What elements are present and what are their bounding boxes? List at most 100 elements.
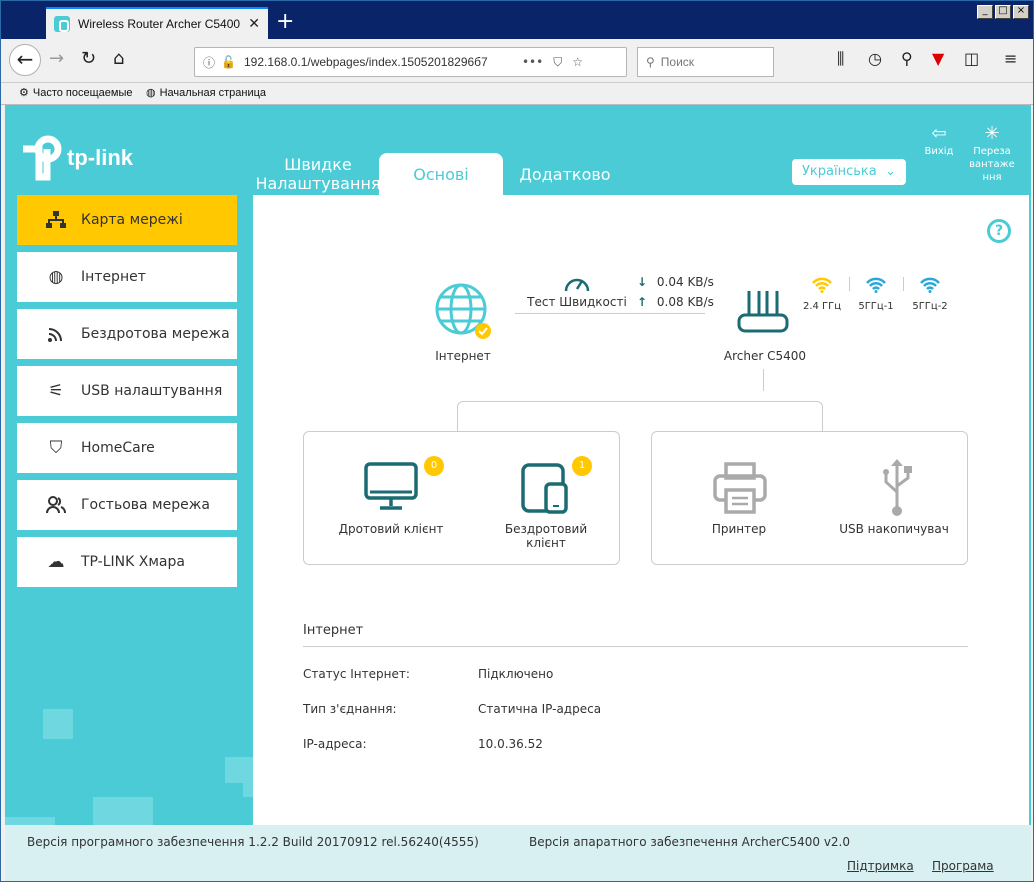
usb-storage-icon[interactable]: [880, 458, 914, 518]
insecure-lock-icon: 🔓: [221, 55, 236, 69]
reload-icon[interactable]: ↻: [81, 49, 96, 69]
footer: Версія програмного забезпечення 1.2.2 Bu…: [5, 825, 1031, 881]
sidebar-item-homecare[interactable]: ⛉ HomeCare: [17, 423, 237, 473]
sidebar-item-internet[interactable]: ◍ Інтернет: [17, 252, 237, 302]
internet-globe-icon[interactable]: [433, 281, 493, 341]
close-tab-icon[interactable]: ✕: [248, 16, 260, 32]
tab-quick-setup[interactable]: Швидке Налаштування: [253, 155, 383, 193]
sidebar-item-label: Інтернет: [81, 269, 146, 285]
wifi-5g2-icon[interactable]: [919, 277, 941, 293]
info-row-ip: IP-адреса: 10.0.36.52: [303, 737, 543, 751]
history-clock-icon[interactable]: ◷: [868, 49, 882, 69]
upload-arrow-icon: ↑: [637, 295, 648, 309]
home-icon[interactable]: ⌂: [113, 49, 124, 69]
url-text[interactable]: 192.168.0.1/webpages/index.15052018296б7: [244, 55, 514, 69]
wireless-client-icon[interactable]: [520, 462, 572, 514]
logout-label: Вихід: [924, 146, 954, 157]
hardware-version: Версія апаратного забезпечення ArcherC54…: [529, 835, 850, 849]
bookmark-label: Часто посещаемые: [32, 86, 133, 99]
app-link[interactable]: Програма: [932, 859, 994, 873]
sidebar-item-network-map[interactable]: Карта мережі: [17, 195, 237, 245]
reboot-button[interactable]: ✳ Переза вантаже ння: [967, 123, 1017, 184]
wifi-24-icon[interactable]: [811, 277, 833, 293]
support-link[interactable]: Підтримка: [847, 859, 914, 873]
reboot-icon: ✳: [984, 123, 1000, 144]
bookmark-most-visited[interactable]: ⚙ Часто посещаемые: [19, 86, 133, 100]
close-window-button[interactable]: ×: [1013, 5, 1029, 19]
info-key: Тип з'єднання:: [303, 702, 397, 716]
sidebar-item-label: USB налаштування: [81, 383, 223, 399]
internet-section-title: Інтернет: [303, 623, 364, 638]
wireless-icon: [45, 323, 67, 345]
tab-advanced[interactable]: Додатково: [515, 165, 615, 184]
wired-client-icon[interactable]: [364, 462, 420, 512]
divider: [903, 277, 904, 291]
forward-arrow-icon[interactable]: →: [49, 49, 64, 69]
bookmark-start-page[interactable]: ◍ Начальная страница: [146, 86, 267, 100]
sidebar-item-cloud[interactable]: ☁ TP-LINK Хмара: [17, 537, 237, 587]
printer-label: Принтер: [711, 522, 767, 536]
tab-basic[interactable]: Основі: [379, 153, 503, 197]
sidebar-item-wireless[interactable]: Бездротова мережа: [17, 309, 237, 359]
browser-tab[interactable]: Wireless Router Archer C5400 ✕: [46, 7, 268, 39]
language-select[interactable]: Українська ⌄: [792, 159, 906, 185]
speedometer-icon[interactable]: [563, 271, 591, 295]
usb-icon: ⚟: [48, 381, 64, 401]
sidebar-item-usb[interactable]: ⚟ USB налаштування: [17, 366, 237, 416]
download-arrow-icon: ↓: [637, 275, 648, 289]
tplink-logo: tp-link: [17, 135, 133, 181]
speed-test-label[interactable]: Тест Швидкості: [515, 295, 639, 309]
wired-count-badge: 0: [424, 456, 444, 476]
main-panel: ? Інтернет Тест Швидкості ↓ 0.04 KB/s ↑ …: [253, 195, 1029, 825]
sidebar-item-guest-network[interactable]: Гостьова мережа: [17, 480, 237, 530]
tab-bar: Wireless Router Archer C5400 ✕ + _ □ ×: [1, 1, 1033, 39]
url-bar[interactable]: ⓘ 🔓 192.168.0.1/webpages/index.150520182…: [194, 47, 627, 77]
back-arrow-icon[interactable]: ←: [9, 44, 41, 76]
bookmark-star-icon[interactable]: ☆: [572, 55, 583, 69]
internet-label: Інтернет: [435, 349, 491, 363]
sidebar-item-label: Карта мережі: [81, 212, 183, 228]
info-icon[interactable]: ⓘ: [203, 54, 215, 71]
menu-icon[interactable]: ≡: [1004, 49, 1017, 69]
cloud-icon: ☁: [47, 552, 65, 572]
browser-window: Wireless Router Archer C5400 ✕ + _ □ × ←…: [0, 0, 1034, 882]
router-label: Archer C5400: [723, 349, 807, 363]
new-tab-icon[interactable]: +: [276, 11, 294, 33]
usb-storage-label: USB накопичувач: [839, 522, 949, 536]
upload-value: 0.08: [656, 295, 684, 309]
connector-line: [515, 313, 705, 314]
wireless-client-label: Бездротовий клієнт: [504, 522, 588, 550]
library-icon[interactable]: ⫼: [837, 49, 844, 69]
sidebar-icon[interactable]: ◫: [964, 49, 979, 69]
info-value: Підключено: [478, 667, 554, 681]
band-24-label: 2.4 ГГц: [802, 301, 842, 312]
guests-icon: [45, 494, 67, 516]
tplink-logo-icon: [23, 135, 62, 181]
tplink-favicon-icon: [54, 16, 70, 32]
tab-title: Wireless Router Archer C5400: [78, 17, 241, 31]
wifi-5g1-icon[interactable]: [865, 277, 887, 293]
download-unit: KB/s: [687, 275, 714, 289]
minimize-button[interactable]: _: [977, 5, 993, 19]
page-actions-icon[interactable]: •••: [522, 55, 543, 69]
firmware-version: Версія програмного забезпечення 1.2.2 Bu…: [27, 835, 479, 849]
info-value: Статична IP-адреса: [478, 702, 602, 716]
maximize-button[interactable]: □: [995, 5, 1011, 19]
search-input[interactable]: ⚲ Поиск: [637, 47, 774, 77]
shield-extension-icon[interactable]: ▼: [932, 49, 944, 69]
download-speed: ↓ 0.04 KB/s: [637, 275, 714, 289]
wired-client-label: Дротовий клієнт: [338, 522, 444, 536]
zoom-search-icon[interactable]: ⚲: [901, 49, 913, 69]
globe-icon: ◍: [48, 267, 64, 287]
bookmark-label: Начальная страница: [159, 86, 267, 99]
shield-icon: ⛉: [49, 438, 63, 458]
help-icon[interactable]: ?: [987, 219, 1011, 243]
connector-bracket: [457, 401, 823, 431]
logout-button[interactable]: ⇦ Вихід: [923, 123, 955, 158]
search-icon: ⚲: [646, 55, 655, 69]
wireless-count-badge: 1: [572, 456, 592, 476]
printer-icon[interactable]: [712, 462, 768, 514]
pocket-icon[interactable]: ⛉: [553, 55, 562, 70]
router-icon[interactable]: [735, 289, 791, 335]
band-5g1-label: 5ГГц-1: [858, 301, 894, 312]
